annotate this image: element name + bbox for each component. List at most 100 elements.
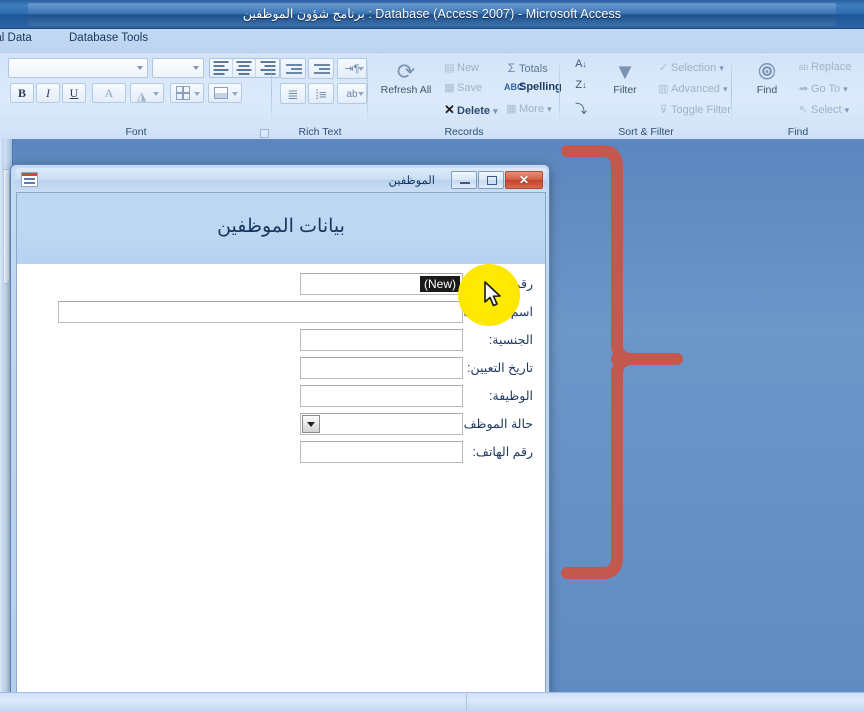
replace-button[interactable]: ab Replace <box>796 61 851 73</box>
label-nationality: الجنسية: <box>488 333 533 347</box>
font-dialog-launcher[interactable] <box>260 129 269 138</box>
field-employee-status[interactable] <box>300 413 463 435</box>
underline-button[interactable]: U <box>62 83 86 103</box>
advanced-filter-button[interactable]: ▥ Advanced ▾ <box>656 82 728 95</box>
refresh-all-label-line1: Refresh <box>380 84 418 96</box>
new-record-icon: ▤ <box>444 62 455 74</box>
chevron-down-icon <box>194 92 200 96</box>
form-row-nationality: الجنسية: <box>17 329 545 355</box>
bullets-icon[interactable]: ⁞≡ <box>308 83 334 104</box>
find-button[interactable]: 🞋 Find <box>744 59 790 96</box>
fill-icon: ◮ <box>137 89 147 103</box>
italic-button[interactable]: I <box>36 83 60 103</box>
chevron-down-icon: ▾ <box>843 84 848 94</box>
font-name-combo[interactable] <box>8 58 148 78</box>
refresh-all-label-line2: All <box>419 84 432 96</box>
left-window-edge <box>0 139 4 692</box>
totals-button[interactable]: Σ Totals <box>504 61 548 75</box>
chevron-down-icon <box>193 66 199 70</box>
maximize-button[interactable] <box>478 171 504 189</box>
go-to-button[interactable]: ➡ Go To ▾ <box>796 82 848 95</box>
close-button[interactable]: ✕ <box>505 171 543 189</box>
binoculars-icon: 🞋 <box>758 59 776 84</box>
chevron-down-icon: ▾ <box>547 104 552 114</box>
align-left-icon[interactable] <box>210 59 233 77</box>
pointer-icon: ↖ <box>798 104 809 116</box>
selection-icon: ✓ <box>658 62 669 74</box>
close-icon: ✕ <box>518 173 530 187</box>
employee-number-value: (New) <box>420 276 460 292</box>
maximize-icon <box>487 176 497 185</box>
status-bar <box>0 692 864 711</box>
label-hire-date: تاريخ التعيين: <box>467 361 533 375</box>
form-window-title-bar[interactable]: الموظفين ✕ <box>15 168 547 192</box>
refresh-all-button[interactable]: ⟳ Refresh All <box>378 59 434 96</box>
numbering-icon[interactable]: ≣ <box>280 83 306 104</box>
tab-database-tools[interactable]: Database Tools <box>69 32 148 44</box>
chevron-down-icon <box>358 67 364 71</box>
ribbon-group-rich-text: ⇥¶ ≣ ⁞≡ ab Rich Text <box>272 53 368 140</box>
toggle-filter-button[interactable]: ⊽ Toggle Filter <box>656 103 730 116</box>
selection-button[interactable]: ✓ Selection ▾ <box>656 61 724 74</box>
spelling-icon: ABC <box>504 82 524 92</box>
text-direction-icon[interactable]: ⇥¶ <box>337 58 367 79</box>
ribbon: nal Data Database Tools <box>0 29 864 148</box>
form-detail-section: رقم الموظف: (New) اسم الموظف: الجنسية: ت… <box>17 265 545 701</box>
chevron-down-icon: ▾ <box>723 84 728 94</box>
gridlines-button[interactable] <box>170 83 204 103</box>
chevron-down-icon: ▾ <box>493 106 498 116</box>
chevron-down-icon: ▾ <box>719 63 724 73</box>
filter-button[interactable]: ▼ Filter <box>602 59 648 96</box>
alternate-fill-button[interactable] <box>208 83 242 103</box>
new-record-button[interactable]: ▤ New <box>442 61 479 74</box>
decrease-indent-icon[interactable] <box>280 58 306 79</box>
ribbon-group-records: ⟳ Refresh All ▤ New ▦ Save ✕ Delete ▾ Σ Tota… <box>368 53 562 140</box>
chevron-down-icon <box>137 66 143 70</box>
increase-indent-icon[interactable] <box>308 58 334 79</box>
sort-descending-icon[interactable]: Z↓ <box>570 79 592 97</box>
ribbon-group-font: B I U A ◮ Font <box>0 53 280 148</box>
group-label-records: Records <box>444 126 484 138</box>
align-center-icon[interactable] <box>233 59 256 77</box>
font-color-button[interactable]: A <box>92 83 126 103</box>
chevron-down-icon: ▾ <box>844 105 850 115</box>
chevron-down-icon <box>232 92 238 96</box>
form-row-employee-number: رقم الموظف: (New) <box>17 273 545 299</box>
field-phone-number[interactable] <box>300 441 463 463</box>
field-employee-name[interactable] <box>58 301 463 323</box>
more-button[interactable]: ▦ More ▾ <box>504 102 552 115</box>
minimize-button[interactable] <box>451 171 477 189</box>
spelling-button[interactable]: ABCSpelling <box>504 81 562 93</box>
group-label-font: Font <box>125 126 147 138</box>
group-label-find: Find <box>787 126 809 138</box>
funnel-icon: ▼ <box>614 59 636 84</box>
ribbon-group-sort-filter: A↓ Z↓ ⤵ ▼ Filter ✓ Selection ▾ ▥ Advanced … <box>560 53 732 140</box>
workspace: الموظفين ✕ بيانات الموظفين رقم الموظف: (… <box>0 139 864 711</box>
label-job-title: الوظيفة: <box>489 389 533 403</box>
delete-icon: ✕ <box>444 102 455 117</box>
save-record-button[interactable]: ▦ Save <box>442 81 482 94</box>
field-hire-date[interactable] <box>300 357 463 379</box>
delete-record-button[interactable]: ✕ Delete ▾ <box>442 102 498 118</box>
fill-color-button[interactable]: ◮ <box>130 83 164 103</box>
dropdown-arrow-icon[interactable] <box>302 415 320 433</box>
application-title-bar: برنامج شؤون الموظفين : Database (Access … <box>0 0 864 29</box>
select-button[interactable]: ↖ Select ▾ <box>796 103 849 116</box>
font-size-combo[interactable] <box>152 58 204 78</box>
chevron-down-icon <box>358 92 364 96</box>
format-painter-icon[interactable]: ab <box>337 83 367 104</box>
sort-ascending-icon[interactable]: A↓ <box>570 58 592 76</box>
bold-button[interactable]: B <box>10 83 34 103</box>
group-label-rich-text: Rich Text <box>298 126 342 138</box>
field-nationality[interactable] <box>300 329 463 351</box>
tab-external-data[interactable]: nal Data <box>0 32 32 44</box>
clear-sort-icon[interactable]: ⤵ <box>570 100 592 118</box>
ribbon-body: B I U A ◮ Font ⇥¶ ≣ ⁞≡ ab Rich Text ⟳ Re… <box>0 52 864 148</box>
field-job-title[interactable] <box>300 385 463 407</box>
arrow-right-icon: ➡ <box>798 83 809 95</box>
status-bar-divider <box>466 694 467 711</box>
ribbon-group-find: 🞋 Find ab Replace ➡ Go To ▾ ↖ Select ▾ Find <box>732 53 864 140</box>
application-title: برنامج شؤون الموظفين : Database (Access … <box>242 7 622 21</box>
group-label-sort-filter: Sort & Filter <box>618 126 674 138</box>
field-employee-number[interactable]: (New) <box>300 273 463 295</box>
